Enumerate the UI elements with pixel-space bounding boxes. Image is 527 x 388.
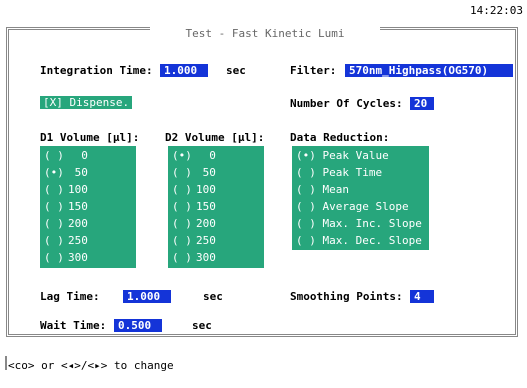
- wait-time-input[interactable]: 0.500: [114, 319, 162, 332]
- lag-time-label: Lag Time:: [40, 290, 100, 303]
- lag-time-unit: sec: [203, 290, 223, 303]
- integration-time-label: Integration Time:: [40, 64, 153, 77]
- d1-option[interactable]: ( ) 150: [44, 200, 88, 213]
- d2-option[interactable]: ( ) 300: [172, 251, 216, 264]
- d1-volume-list: ( ) 0 (•) 50 ( ) 100 ( ) 150 ( ) 200 ( ) 250 (…: [40, 146, 136, 268]
- d2-volume-list: (•) 0 ( ) 50 ( ) 100 ( ) 150 ( ) 200 ( ) 250 (…: [168, 146, 264, 268]
- cycles-label: Number Of Cycles:: [290, 97, 403, 110]
- wait-time-unit: sec: [192, 319, 212, 332]
- d2-option[interactable]: ( ) 250: [172, 234, 216, 247]
- integration-time-unit: sec: [226, 64, 246, 77]
- d1-option[interactable]: ( ) 250: [44, 234, 88, 247]
- d2-option[interactable]: ( ) 200: [172, 217, 216, 230]
- reduction-option[interactable]: ( ) Average Slope: [296, 200, 409, 213]
- d2-option[interactable]: ( ) 150: [172, 200, 216, 213]
- d1-option[interactable]: ( ) 100: [44, 183, 88, 196]
- reduction-option[interactable]: ( ) Peak Time: [296, 166, 382, 179]
- integration-time-input[interactable]: 1.000: [160, 64, 208, 77]
- dispense-checkbox[interactable]: [X] Dispense.: [40, 96, 133, 109]
- clock: 14:22:03: [470, 4, 523, 17]
- status-divider: [5, 356, 7, 370]
- reduction-option[interactable]: ( ) Max. Inc. Slope: [296, 217, 422, 230]
- reduction-option[interactable]: ( ) Mean: [296, 183, 349, 196]
- d2-option[interactable]: ( ) 50: [172, 166, 216, 179]
- lag-time-input[interactable]: 1.000: [123, 290, 171, 303]
- reduction-option[interactable]: (•) Peak Value: [296, 149, 389, 162]
- wait-time-label: Wait Time:: [40, 319, 107, 332]
- d1-option[interactable]: ( ) 300: [44, 251, 88, 264]
- d1-option[interactable]: ( ) 200: [44, 217, 88, 230]
- data-reduction-list: (•) Peak Value ( ) Peak Time ( ) Mean ( …: [292, 146, 429, 250]
- d1-option[interactable]: ( ) 0: [44, 149, 88, 162]
- smoothing-points-label: Smoothing Points:: [290, 290, 403, 303]
- d2-option[interactable]: ( ) 100: [172, 183, 216, 196]
- reduction-option[interactable]: ( ) Max. Dec. Slope: [296, 234, 422, 247]
- smoothing-points-input[interactable]: 4: [410, 290, 434, 303]
- d1-option[interactable]: (•) 50: [44, 166, 88, 179]
- filter-select[interactable]: 570nm_Highpass(OG570): [345, 64, 513, 77]
- status-hint: <co> or <◂>/<▸> to change: [8, 359, 174, 372]
- d2-option[interactable]: (•) 0: [172, 149, 216, 162]
- d2-volume-label: D2 Volume [µl]:: [165, 131, 265, 144]
- data-reduction-label: Data Reduction:: [290, 131, 390, 144]
- filter-label: Filter:: [290, 64, 337, 77]
- dialog-title: Test - Fast Kinetic Lumi: [150, 26, 380, 41]
- d1-volume-label: D1 Volume [µl]:: [40, 131, 140, 144]
- cycles-input[interactable]: 20: [410, 97, 434, 110]
